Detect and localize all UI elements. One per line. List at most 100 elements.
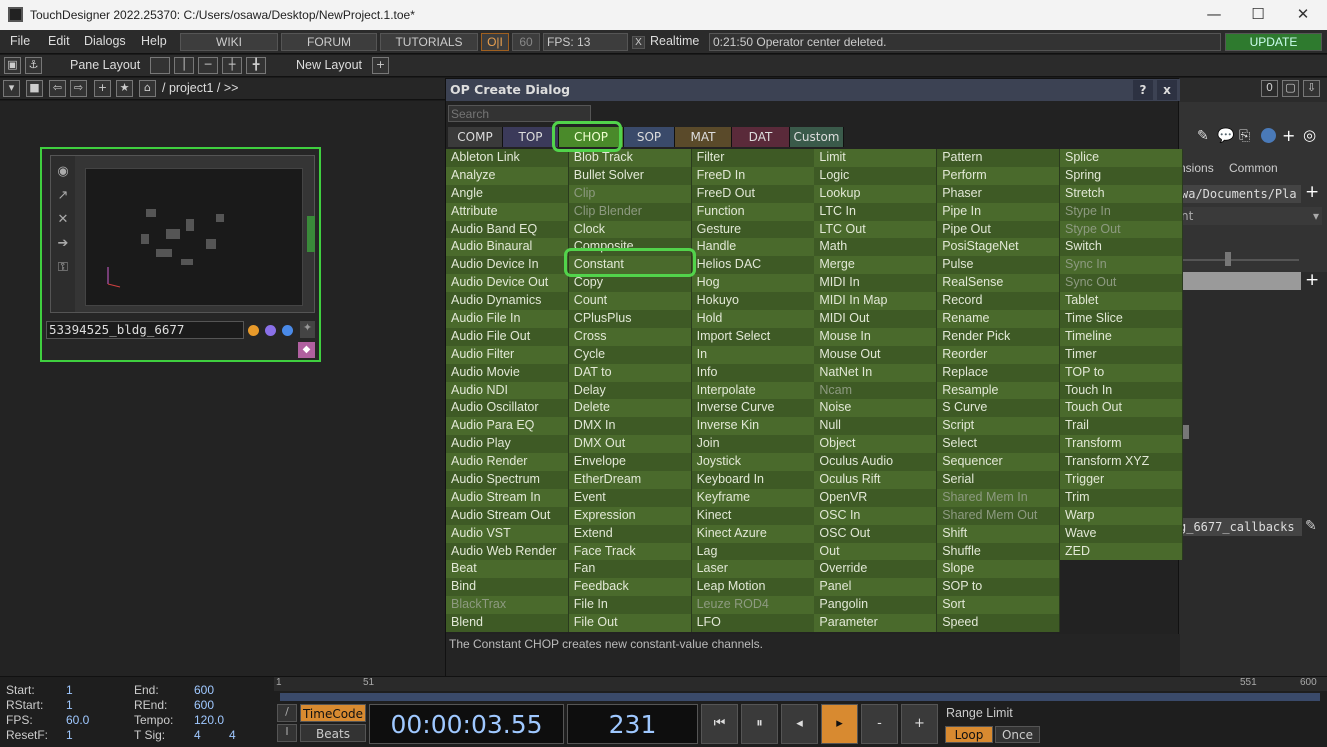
op-resample[interactable]: Resample: [937, 381, 1061, 400]
op-audio-device-in[interactable]: Audio Device In: [446, 256, 569, 275]
op-serial[interactable]: Serial: [937, 471, 1061, 489]
op-audio-file-in[interactable]: Audio File In: [446, 310, 569, 328]
op-file-out[interactable]: File Out: [568, 614, 692, 633]
op-audio-oscillator[interactable]: Audio Oscillator: [446, 399, 569, 418]
op-shared-mem-in[interactable]: Shared Mem In: [937, 488, 1061, 507]
op-beat[interactable]: Beat: [446, 560, 569, 579]
node-flag-more-icon[interactable]: ✦: [300, 321, 315, 338]
dropdown-field[interactable]: nt ▾: [1179, 207, 1322, 225]
layout-split-v-icon[interactable]: │: [174, 57, 194, 74]
layout-quad-icon[interactable]: ╋: [246, 57, 266, 74]
layout-split-h-icon[interactable]: ─: [198, 57, 218, 74]
op-midi-in-map[interactable]: MIDI In Map: [814, 292, 938, 311]
panel-collapse-icon[interactable]: ⇩: [1303, 80, 1320, 97]
play-forward-icon[interactable]: ▸: [821, 704, 858, 744]
op-time-slice[interactable]: Time Slice: [1060, 310, 1183, 328]
op-wave[interactable]: Wave: [1060, 524, 1183, 543]
op-function[interactable]: Function: [691, 202, 815, 221]
op-posistagenet[interactable]: PosiStageNet: [937, 238, 1061, 257]
op-openvr[interactable]: OpenVR: [814, 488, 938, 507]
node-viewer[interactable]: [85, 168, 303, 306]
op-audio-band-eq[interactable]: Audio Band EQ: [446, 220, 569, 239]
panel-window-icon[interactable]: ▢: [1282, 80, 1299, 97]
op-audio-stream-in[interactable]: Audio Stream In: [446, 488, 569, 507]
op-audio-play[interactable]: Audio Play: [446, 435, 569, 454]
play-reverse-icon[interactable]: ◂: [781, 704, 818, 744]
layout-single-icon[interactable]: [150, 57, 170, 74]
op-blend[interactable]: Blend: [446, 614, 569, 633]
tutorials-button[interactable]: TUTORIALS: [380, 33, 478, 51]
op-s-curve[interactable]: S Curve: [937, 399, 1061, 418]
geo-node[interactable]: ◉ ↗ ✕ ➔ ⚿ 53394525_bldg_6677 ✦ ◆: [40, 147, 321, 362]
op-hog[interactable]: Hog: [691, 274, 815, 293]
op-shift[interactable]: Shift: [937, 524, 1061, 543]
minimize-button[interactable]: —: [1192, 0, 1236, 30]
op-panel[interactable]: Panel: [814, 578, 938, 597]
op-freed-out[interactable]: FreeD Out: [691, 184, 815, 203]
op-laser[interactable]: Laser: [691, 560, 815, 579]
tab-comp[interactable]: COMP: [448, 127, 503, 147]
op-clock[interactable]: Clock: [568, 220, 692, 239]
op-splice[interactable]: Splice: [1060, 149, 1183, 167]
op-envelope[interactable]: Envelope: [568, 453, 692, 472]
op-keyframe[interactable]: Keyframe: [691, 488, 815, 507]
rewind-icon[interactable]: ⏮: [701, 704, 738, 744]
op-sync-in[interactable]: Sync In: [1060, 256, 1183, 275]
op-touch-in[interactable]: Touch In: [1060, 381, 1183, 400]
menu-file[interactable]: File: [10, 34, 30, 48]
op-count[interactable]: Count: [568, 292, 692, 311]
op-pulse[interactable]: Pulse: [937, 256, 1061, 275]
timecode-mode-icon[interactable]: /: [277, 704, 297, 722]
add-icon[interactable]: +: [94, 80, 111, 97]
op-dat-to[interactable]: DAT to: [568, 363, 692, 382]
op-kinect[interactable]: Kinect: [691, 506, 815, 525]
op-clip[interactable]: Clip: [568, 184, 692, 203]
file-path-field[interactable]: wa/Documents/Pla: [1179, 185, 1301, 203]
op-rename[interactable]: Rename: [937, 310, 1061, 328]
forum-button[interactable]: FORUM: [281, 33, 377, 51]
op-slope[interactable]: Slope: [937, 560, 1061, 579]
op-reorder[interactable]: Reorder: [937, 345, 1061, 364]
pause-icon[interactable]: ⏸: [741, 704, 778, 744]
op-warp[interactable]: Warp: [1060, 506, 1183, 525]
tab-top[interactable]: TOP: [503, 127, 559, 147]
op-audio-device-out[interactable]: Audio Device Out: [446, 274, 569, 293]
rend-value[interactable]: 600: [194, 698, 214, 712]
dialog-help-button[interactable]: ?: [1133, 80, 1153, 100]
frame-display[interactable]: 231: [567, 704, 698, 744]
op-extend[interactable]: Extend: [568, 524, 692, 543]
op-mouse-out[interactable]: Mouse Out: [814, 345, 938, 364]
op-cycle[interactable]: Cycle: [568, 345, 692, 364]
once-button[interactable]: Once: [995, 726, 1040, 743]
op-record[interactable]: Record: [937, 292, 1061, 311]
op-joystick[interactable]: Joystick: [691, 453, 815, 472]
menu-dialogs[interactable]: Dialogs: [84, 34, 126, 48]
op-feedback[interactable]: Feedback: [568, 578, 692, 597]
op-pattern[interactable]: Pattern: [937, 149, 1061, 167]
op-blacktrax[interactable]: BlackTrax: [446, 596, 569, 615]
chevron-down-icon[interactable]: ▾: [3, 80, 20, 97]
time-ruler[interactable]: [274, 677, 1327, 691]
op-bind[interactable]: Bind: [446, 578, 569, 597]
maximize-button[interactable]: ☐: [1236, 0, 1280, 30]
op-sort[interactable]: Sort: [937, 596, 1061, 615]
op-limit[interactable]: Limit: [814, 149, 938, 167]
op-info[interactable]: Info: [691, 363, 815, 382]
op-touch-out[interactable]: Touch Out: [1060, 399, 1183, 418]
op-sequencer[interactable]: Sequencer: [937, 453, 1061, 472]
op-bullet-solver[interactable]: Bullet Solver: [568, 166, 692, 185]
op-switch[interactable]: Switch: [1060, 238, 1183, 257]
op-phaser[interactable]: Phaser: [937, 184, 1061, 203]
node-name[interactable]: 53394525_bldg_6677: [46, 321, 244, 339]
op-etherdream[interactable]: EtherDream: [568, 471, 692, 489]
step-forward-button[interactable]: +: [901, 704, 938, 744]
home-icon[interactable]: ⌂: [139, 80, 156, 97]
op-lag[interactable]: Lag: [691, 542, 815, 561]
op-stype-in[interactable]: Stype In: [1060, 202, 1183, 221]
op-top-to[interactable]: TOP to: [1060, 363, 1183, 382]
start-value[interactable]: 1: [66, 683, 73, 697]
op-join[interactable]: Join: [691, 435, 815, 454]
op-analyze[interactable]: Analyze: [446, 166, 569, 185]
op-filter[interactable]: Filter: [691, 149, 815, 167]
op-keyboard-in[interactable]: Keyboard In: [691, 471, 815, 489]
